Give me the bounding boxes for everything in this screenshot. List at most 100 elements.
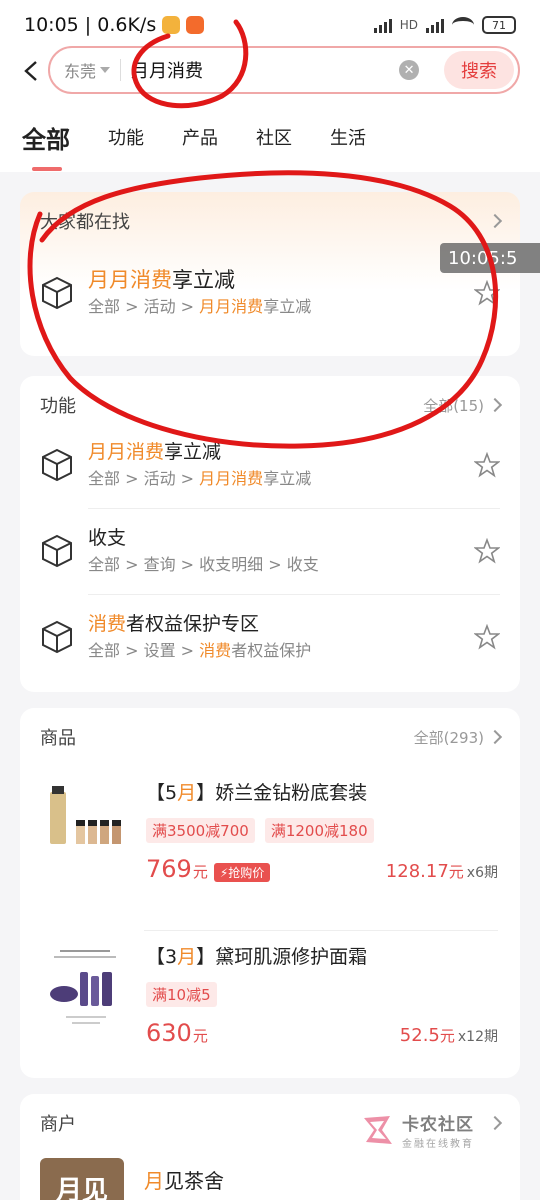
star-icon[interactable]	[474, 624, 500, 650]
search-button[interactable]: 搜索	[444, 51, 514, 89]
hot-item-path-pre: 全部 > 活动 >	[88, 297, 200, 316]
tab-products[interactable]: 产品	[182, 124, 218, 150]
app-notification-icon	[162, 16, 181, 34]
chevron-right-icon	[487, 1115, 503, 1131]
goods-title: 商品	[40, 728, 76, 749]
tab-community[interactable]: 社区	[256, 124, 292, 150]
function-title-rest: 收支	[88, 527, 127, 549]
chevron-right-icon	[487, 397, 503, 413]
caret-down-icon	[100, 67, 111, 73]
product-title-post: 】黛珂肌源修护面霜	[196, 946, 368, 968]
product-title-pre: 【3	[146, 946, 178, 968]
battery-icon: 71	[482, 16, 516, 34]
cube-icon	[42, 276, 72, 310]
network-type: HD	[399, 18, 418, 32]
functions-card: 功能 全部(15) 月月消费享立减 全部 > 活动 > 月月消费享立减 收支 全…	[20, 376, 520, 692]
function-title-rest: 者权益保护专区	[126, 613, 260, 635]
tab-life[interactable]: 生活	[330, 124, 366, 150]
battery-level: 71	[492, 18, 506, 32]
installment-term: x12期	[457, 1029, 498, 1045]
search-input[interactable]	[131, 59, 382, 81]
product-price: 769	[146, 855, 192, 883]
product-title-hl: 月	[177, 782, 197, 804]
search-header: 东莞 ✕ 搜索	[0, 40, 540, 102]
merchant-more-link[interactable]	[487, 1115, 503, 1131]
functions-more-link[interactable]: 全部(15)	[423, 395, 503, 416]
discount-tag: 满3500减700	[146, 818, 255, 843]
hot-search-more[interactable]	[487, 213, 503, 229]
flash-sale-label: 抢购价	[228, 866, 265, 880]
hot-item-title-rest: 享立减	[172, 268, 235, 292]
cube-icon	[42, 534, 72, 568]
hot-item-path-post: 享立减	[263, 297, 312, 316]
search-box: 东莞 ✕ 搜索	[48, 46, 520, 94]
installment-term: x6期	[466, 865, 498, 881]
status-time-speed: 10:05 | 0.6K/s	[24, 14, 157, 36]
category-tabs: 全部 功能 产品 社区 生活	[0, 102, 540, 172]
goods-more-label: 全部(293)	[413, 728, 484, 747]
functions-more-label: 全部(15)	[423, 396, 484, 415]
signal-icon-2	[426, 17, 444, 33]
app-notification-icon-2	[186, 16, 205, 34]
chevron-right-icon	[487, 213, 503, 229]
clear-icon[interactable]: ✕	[399, 60, 420, 80]
installment-price: 52.5元 x12期	[400, 1025, 498, 1046]
function-title-hl: 消费	[88, 613, 127, 635]
price-unit: 元	[192, 1027, 208, 1045]
installment-unit: 元	[439, 1027, 455, 1045]
back-arrow-icon[interactable]	[12, 51, 52, 91]
tab-all[interactable]: 全部	[22, 120, 70, 171]
flash-sale-badge: ⚡抢购价	[213, 863, 271, 882]
hot-search-card: 大家都在找 月月消费享立减 全部 > 活动 > 月月消费享立减	[20, 192, 520, 356]
product-title-post: 】娇兰金钻粉底套装	[196, 782, 368, 804]
function-title-rest: 享立减	[164, 441, 222, 463]
city-selector[interactable]: 东莞	[64, 58, 111, 82]
price-unit: 元	[192, 863, 208, 881]
hot-search-header[interactable]: 大家都在找	[20, 192, 520, 250]
installment-unit: 元	[448, 863, 464, 881]
timestamp-overlay: 10:05:5	[440, 243, 540, 273]
function-path-pre: 全部 > 查询 > 收支明细 > 收支	[88, 555, 319, 574]
divider	[120, 59, 122, 81]
hot-item-title-hl: 月月消费	[88, 268, 172, 292]
tab-functions[interactable]: 功能	[108, 124, 144, 150]
function-path-post: 者权益保护	[231, 641, 312, 660]
star-icon[interactable]	[474, 538, 500, 564]
goods-card: 商品 全部(293) 【5月】娇兰金钻粉底套装 满3500减700 满1200减…	[20, 708, 520, 1078]
cube-icon	[42, 620, 72, 654]
product-title-pre: 【5	[146, 782, 178, 804]
merchant-title: 商户	[40, 1114, 76, 1135]
product-image	[42, 782, 128, 878]
merchant-item[interactable]: 月见 月见茶舍	[20, 1158, 520, 1200]
function-path-hl: 消费	[199, 641, 232, 660]
product-title-hl: 月	[177, 946, 197, 968]
product-item[interactable]: 【5月】娇兰金钻粉底套装 满3500减700 满1200减180 769 元 ⚡…	[20, 766, 520, 916]
watermark-subtitle: 金融在线教育	[402, 1139, 474, 1150]
functions-title: 功能	[40, 396, 76, 417]
function-path-pre: 全部 > 活动 >	[88, 469, 200, 488]
function-item[interactable]: 收支 全部 > 查询 > 收支明细 > 收支	[20, 508, 520, 594]
watermark: 卡农社区 金融在线教育	[360, 1110, 474, 1150]
function-path-pre: 全部 > 设置 >	[88, 641, 200, 660]
hot-item-path-hl: 月月消费	[199, 297, 264, 316]
goods-more-link[interactable]: 全部(293)	[413, 727, 503, 748]
function-item[interactable]: 月月消费享立减 全部 > 活动 > 月月消费享立减	[20, 422, 520, 508]
product-price: 630	[146, 1019, 192, 1047]
wifi-icon	[452, 17, 474, 33]
chevron-right-icon	[487, 729, 503, 745]
discount-tag: 满10减5	[146, 982, 217, 1007]
function-item[interactable]: 消费者权益保护专区 全部 > 设置 > 消费者权益保护	[20, 594, 520, 680]
city-label: 东莞	[64, 62, 97, 81]
watermark-title: 卡农社区	[402, 1115, 474, 1135]
watermark-logo-icon	[364, 1116, 392, 1144]
function-path-hl: 月月消费	[199, 469, 264, 488]
discount-tag: 满1200减180	[264, 818, 374, 843]
function-path-post: 享立减	[263, 469, 312, 488]
installment-amount: 128.17	[385, 861, 449, 882]
function-title-hl: 月月消费	[88, 441, 165, 463]
merchant-name-hl: 月	[144, 1168, 164, 1193]
product-item[interactable]: 【3月】黛珂肌源修护面霜 满10减5 630 元 52.5元 x12期	[20, 930, 520, 1078]
hot-search-title: 大家都在找	[40, 212, 130, 233]
star-icon[interactable]	[474, 452, 500, 478]
star-icon[interactable]	[474, 280, 500, 306]
